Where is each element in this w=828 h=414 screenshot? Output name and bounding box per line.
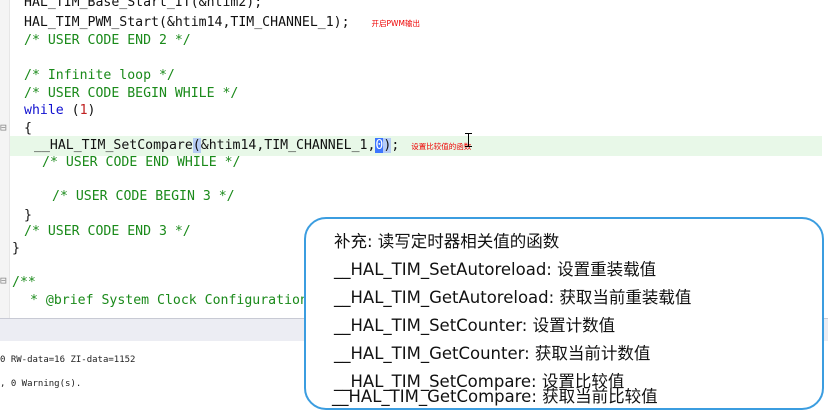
code-text: HAL_TIM_Base_Start_IT(&htim2); [24,0,263,10]
code-line[interactable]: /* USER CODE END WHILE */ [42,153,241,173]
code-comment: /* USER CODE END WHILE */ [42,155,241,170]
code-comment: /* USER CODE BEGIN 3 */ [52,189,235,204]
callout-item: __HAL_TIM_SetAutoreload: 设置重装载值 [334,260,657,279]
code-comment: /* USER CODE END 3 */ [24,224,191,239]
text-cursor-icon [465,133,472,147]
bracket-match: ( [192,138,201,153]
keyword: while [24,103,64,118]
code-text: } [24,208,32,223]
code-text: ) [87,103,96,118]
callout-item: __HAL_TIM_GetCounter: 获取当前计数值 [334,344,651,363]
code-text: { [24,121,32,136]
fold-marker-icon[interactable]: ⊟ [0,122,7,133]
code-line[interactable]: /* Infinite loop */ [24,66,175,86]
code-text: __HAL_TIM_SetCompare [34,138,193,153]
code-line[interactable]: /* USER CODE END 3 */ [24,222,191,242]
code-comment: /** [12,275,36,290]
code-line[interactable]: HAL_TIM_PWM_Start(&htim14,TIM_CHANNEL_1)… [24,13,420,33]
code-text: &htim14,TIM_CHANNEL_1, [200,138,376,153]
code-line[interactable]: * @brief System Clock Configuration [30,291,308,311]
build-output-line: , 0 Warning(s). [0,379,82,389]
code-line[interactable]: while (1) [24,101,96,121]
build-output-line: 0 RW-data=16 ZI-data=1152 [0,355,136,365]
code-text: ( [63,103,80,118]
callout-item: __HAL_TIM_GetCompare: 获取当前比较值 [332,387,658,406]
code-text: HAL_TIM_PWM_Start(&htim14,TIM_CHANNEL_1)… [24,15,350,30]
callout-title: 补充: 读写定时器相关值的函数 [334,232,560,251]
callout-item: __HAL_TIM_SetCounter: 设置计数值 [334,316,616,335]
fold-marker-icon[interactable]: ⊟ [0,275,7,286]
annotation-note: 开启PWM输出 [371,19,420,28]
code-line[interactable]: /* USER CODE END 2 */ [24,31,191,51]
code-line[interactable]: } [12,239,20,259]
code-comment: /* Infinite loop */ [24,68,175,83]
code-comment: * @brief System Clock Configuration [30,293,308,308]
supplement-callout: 补充: 读写定时器相关值的函数 __HAL_TIM_SetAutoreload:… [304,217,824,410]
annotation-note: 设置比较值的函数 [411,142,472,151]
code-line[interactable]: /** [12,273,36,293]
code-line[interactable]: /* USER CODE BEGIN 3 */ [52,187,235,207]
editor-gutter [0,0,10,318]
code-comment: /* USER CODE END 2 */ [24,33,191,48]
code-text: ; [391,138,400,153]
code-comment: /* USER CODE BEGIN WHILE */ [24,86,239,101]
code-line[interactable]: HAL_TIM_Base_Start_IT(&htim2); [24,0,262,13]
number-literal: 1 [79,103,88,118]
callout-item: __HAL_TIM_GetAutoreload: 获取当前重装载值 [334,288,692,307]
code-line[interactable]: { [24,119,32,139]
code-text: } [12,241,20,256]
